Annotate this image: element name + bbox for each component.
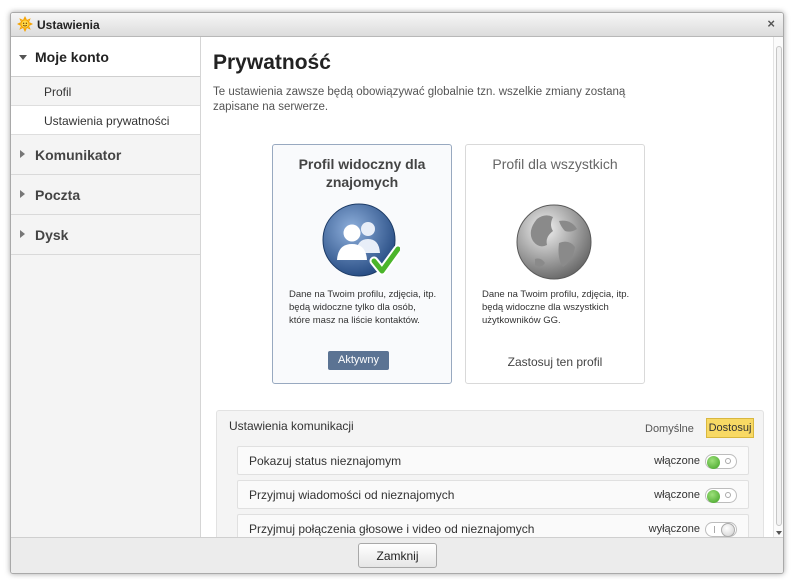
card-description: Dane na Twoim profilu, zdjęcia, itp. będ…	[482, 289, 630, 326]
card-title: Profil dla wszystkich	[492, 156, 618, 172]
toggle-switch[interactable]	[705, 488, 737, 503]
setting-label: Przyjmuj wiadomości od nieznajomych	[249, 488, 455, 502]
communication-settings-panel: Ustawienia komunikacji Domyślne Dostosuj…	[216, 410, 764, 537]
title-bar[interactable]: Ustawienia ×	[11, 13, 783, 37]
page-description: Te ustawienia zawsze będą obowiązywać gl…	[213, 86, 626, 113]
setting-state: włączone	[654, 489, 700, 501]
sidebar-item-label: Profil	[44, 85, 72, 99]
custom-option[interactable]: Dostosuj	[706, 418, 754, 438]
sidebar-group-label: Komunikator	[35, 147, 122, 163]
globe-icon	[516, 204, 592, 280]
main-content: Prywatność Te ustawienia zawsze będą obo…	[202, 37, 773, 537]
scroll-down-icon[interactable]	[776, 531, 782, 535]
communication-settings-title: Ustawienia komunikacji	[229, 419, 354, 433]
scrollbar[interactable]	[773, 37, 783, 537]
profile-card-everyone[interactable]: Profil dla wszystkich Dane na Twoim prof…	[465, 144, 645, 384]
sidebar-item-profil[interactable]: Profil	[11, 77, 200, 106]
page-title: Prywatność	[213, 51, 331, 74]
chevron-down-icon	[19, 55, 27, 60]
chevron-right-icon	[20, 190, 25, 198]
card-description: Dane na Twoim profilu, zdjęcia, itp. będ…	[289, 289, 437, 326]
active-button[interactable]: Aktywny	[328, 351, 389, 370]
sidebar-group-moje-konto[interactable]: Moje konto	[11, 37, 200, 77]
sidebar: Moje konto Profil Ustawienia prywatności…	[11, 37, 201, 537]
setting-row-accept-calls: Przyjmuj połączenia głosowe i video od n…	[237, 514, 749, 537]
setting-row-accept-messages: Przyjmuj wiadomości od nieznajomych włąc…	[237, 480, 749, 509]
setting-state: włączone	[654, 455, 700, 467]
chevron-right-icon	[20, 150, 25, 158]
chevron-right-icon	[20, 230, 25, 238]
close-icon[interactable]: ×	[767, 16, 775, 31]
window-title: Ustawienia	[37, 18, 100, 32]
toggle-switch[interactable]	[705, 454, 737, 469]
scroll-thumb[interactable]	[776, 46, 782, 526]
contacts-check-icon	[322, 203, 400, 277]
sun-icon	[17, 16, 33, 32]
setting-row-show-status: Pokazuj status nieznajomym włączone	[237, 446, 749, 475]
close-button[interactable]: Zamknij	[358, 543, 437, 568]
footer-bar: Zamknij	[11, 537, 783, 573]
setting-state: wyłączone	[648, 523, 700, 535]
sidebar-item-label: Ustawienia prywatności	[44, 114, 170, 128]
default-option[interactable]: Domyślne	[645, 423, 694, 435]
sidebar-group-komunikator[interactable]: Komunikator	[11, 135, 200, 175]
sidebar-item-ustawienia-prywatnosci[interactable]: Ustawienia prywatności	[11, 106, 200, 135]
toggle-switch[interactable]	[705, 522, 737, 537]
setting-label: Przyjmuj połączenia głosowe i video od n…	[249, 522, 535, 536]
sidebar-group-label: Dysk	[35, 227, 69, 243]
settings-window: Ustawienia × Moje konto Profil Ustawieni…	[10, 12, 784, 574]
profile-card-friends[interactable]: Profil widoczny dla znajomych Dane na Tw…	[272, 144, 452, 384]
sidebar-group-poczta[interactable]: Poczta	[11, 175, 200, 215]
setting-label: Pokazuj status nieznajomym	[249, 454, 402, 468]
sidebar-group-label: Moje konto	[35, 49, 109, 65]
card-title: Profil widoczny dla znajomych	[298, 156, 426, 190]
sidebar-group-label: Poczta	[35, 187, 81, 203]
sidebar-group-dysk[interactable]: Dysk	[11, 215, 200, 255]
apply-profile-link[interactable]: Zastosuj ten profil	[466, 355, 644, 369]
